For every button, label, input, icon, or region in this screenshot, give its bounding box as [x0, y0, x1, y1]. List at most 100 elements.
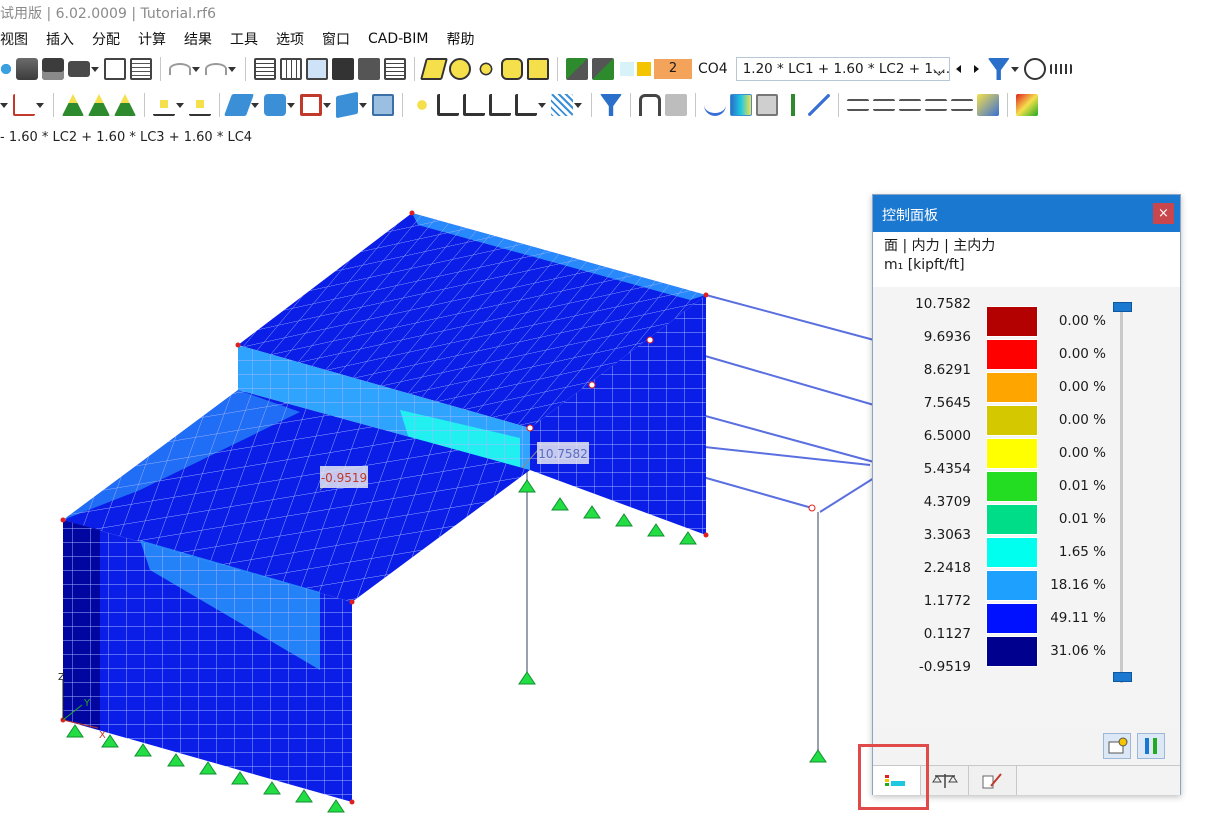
- box-dropdown-icon[interactable]: [359, 102, 367, 108]
- member2-icon[interactable]: [463, 94, 485, 116]
- save-icon[interactable]: [42, 58, 64, 80]
- print-dropdown-icon[interactable]: [91, 66, 99, 72]
- print-icon[interactable]: [68, 61, 90, 77]
- separator: [160, 57, 161, 81]
- next-combo-button[interactable]: [968, 58, 986, 80]
- legend-color: [986, 504, 1038, 535]
- range-slider-track[interactable]: [1120, 307, 1123, 683]
- node-line-icon[interactable]: [13, 94, 35, 116]
- hinge-icon[interactable]: [847, 99, 869, 111]
- load-combination-selector[interactable]: 2 CO4 1.20 * LC1 + 1.60 * LC2 + 1....: [620, 57, 950, 81]
- separator: [1007, 93, 1008, 117]
- menu-window[interactable]: 窗口: [322, 29, 350, 49]
- member3-icon[interactable]: [489, 94, 511, 116]
- scale-range-button[interactable]: [1137, 733, 1165, 759]
- deformation-icon[interactable]: [704, 94, 726, 116]
- legend-color: [986, 636, 1038, 667]
- solid-icon[interactable]: [264, 94, 286, 116]
- surface-results-icon[interactable]: [730, 94, 752, 116]
- frame-dropdown-icon[interactable]: [323, 102, 331, 108]
- filter-results-icon[interactable]: [987, 58, 1010, 80]
- result-table-icon[interactable]: [566, 58, 588, 80]
- solid-dropdown-icon[interactable]: [287, 102, 295, 108]
- list-icon[interactable]: [384, 58, 406, 80]
- member4-icon[interactable]: [515, 94, 537, 116]
- support-surface-icon[interactable]: [114, 94, 136, 116]
- target-icon[interactable]: [475, 58, 497, 80]
- axis-z-label: Z: [58, 672, 65, 683]
- node-star-icon[interactable]: [411, 94, 433, 116]
- document-icon[interactable]: [130, 58, 152, 80]
- menu-tools[interactable]: 工具: [230, 29, 258, 49]
- range-slider-max-handle[interactable]: [1113, 302, 1132, 312]
- menu-cad-bim[interactable]: CAD-BIM: [368, 31, 429, 47]
- cube-icon[interactable]: [372, 94, 394, 116]
- menu-help[interactable]: 帮助: [447, 29, 475, 49]
- undo-icon[interactable]: [169, 63, 191, 75]
- mesh-dropdown-icon[interactable]: [574, 102, 582, 108]
- open-folder-icon[interactable]: [16, 58, 38, 80]
- model-icon[interactable]: [0, 58, 12, 80]
- menu-view[interactable]: 视图: [0, 29, 28, 49]
- table-icon[interactable]: [254, 58, 276, 80]
- report-icon[interactable]: [104, 58, 126, 80]
- legend-settings-button[interactable]: [1103, 733, 1131, 759]
- frame-icon[interactable]: [527, 58, 549, 80]
- legend-color: [986, 603, 1038, 634]
- undo-dropdown-icon[interactable]: [192, 66, 200, 72]
- legend-value: 7.5645: [923, 395, 971, 411]
- member-icon[interactable]: [437, 94, 459, 116]
- surface-dropdown-icon[interactable]: [251, 102, 259, 108]
- navigator-icon[interactable]: [306, 58, 328, 80]
- line-results-icon[interactable]: [808, 94, 830, 116]
- zoom-window-icon[interactable]: [449, 58, 471, 80]
- section-icon[interactable]: [420, 58, 448, 80]
- menu-calculate[interactable]: 计算: [138, 29, 166, 49]
- redo-dropdown-icon[interactable]: [228, 66, 236, 72]
- member-dropdown-icon[interactable]: [538, 102, 546, 108]
- tab-edit-settings[interactable]: [969, 766, 1017, 795]
- legend-percent: 0.00 %: [1058, 313, 1106, 329]
- color-legend-icon[interactable]: [1016, 94, 1038, 116]
- console-icon[interactable]: [332, 58, 354, 80]
- xx-dimension-icon[interactable]: [189, 94, 211, 116]
- dimension-icon[interactable]: [153, 94, 175, 116]
- redo-icon[interactable]: [205, 63, 227, 75]
- hinge4-icon[interactable]: [925, 99, 947, 111]
- menu-insert[interactable]: 插入: [46, 29, 74, 49]
- menu-assign[interactable]: 分配: [92, 29, 120, 49]
- frame-select-icon[interactable]: [300, 94, 322, 116]
- frame-section-icon[interactable]: [639, 94, 661, 116]
- node-dropdown-icon[interactable]: [36, 102, 44, 108]
- select-icon[interactable]: [501, 58, 523, 80]
- grid-table-icon[interactable]: [280, 58, 302, 80]
- menu-options[interactable]: 选项: [276, 29, 304, 49]
- solid-results-icon[interactable]: [756, 94, 778, 116]
- result-diagram-icon[interactable]: [977, 94, 999, 116]
- range-slider-min-handle[interactable]: [1113, 672, 1132, 682]
- legend-color: [986, 570, 1038, 601]
- support-icon[interactable]: [62, 94, 84, 116]
- close-button[interactable]: ×: [1153, 203, 1174, 224]
- scale-range-icon: [1145, 738, 1157, 754]
- hinge5-icon[interactable]: [951, 99, 973, 111]
- combo-formula-dropdown[interactable]: 1.20 * LC1 + 1.60 * LC2 + 1....: [735, 57, 950, 81]
- support-line-icon[interactable]: [88, 94, 110, 116]
- filter-dropdown-icon[interactable]: [1010, 66, 1019, 72]
- script-icon[interactable]: [358, 58, 380, 80]
- menu-results[interactable]: 结果: [184, 29, 212, 49]
- values-icon[interactable]: [1049, 64, 1072, 74]
- hinge3-icon[interactable]: [899, 99, 921, 111]
- reaction-icon[interactable]: [782, 94, 804, 116]
- box-icon[interactable]: [336, 91, 358, 119]
- toolbar-dropdown-icon[interactable]: [0, 102, 8, 108]
- dimension-dropdown-icon[interactable]: [176, 102, 184, 108]
- mesh-icon[interactable]: [551, 94, 573, 116]
- surface-icon[interactable]: [223, 94, 255, 116]
- hinge2-icon[interactable]: [873, 99, 895, 111]
- filter-icon[interactable]: [600, 94, 622, 116]
- result-table2-icon[interactable]: [592, 58, 614, 80]
- previous-combo-button[interactable]: [950, 58, 968, 80]
- visibility-icon[interactable]: [1023, 58, 1046, 80]
- video-icon[interactable]: [665, 94, 687, 116]
